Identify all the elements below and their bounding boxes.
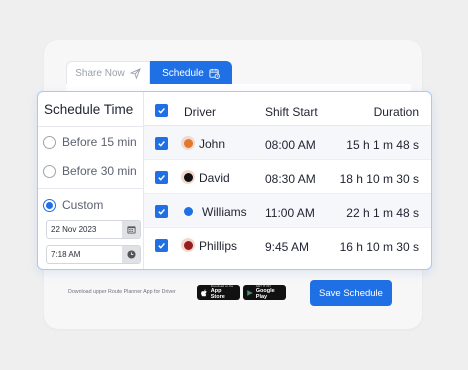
select-all-checkbox[interactable] <box>155 104 168 117</box>
radio-before-15[interactable]: Before 15 min <box>43 135 137 149</box>
radio-icon <box>43 135 56 149</box>
time-input[interactable]: 7:18 AM <box>46 245 141 264</box>
calendar-button[interactable] <box>122 221 140 238</box>
driver-color-marker <box>181 238 195 252</box>
check-icon <box>158 108 165 114</box>
apple-icon <box>201 288 207 296</box>
duration: 16 h 10 m 30 s <box>339 240 419 254</box>
schedule-time-section: Schedule Time Before 15 min Before 30 mi… <box>38 92 144 269</box>
row-checkbox[interactable] <box>155 171 168 184</box>
driver-name: David <box>199 171 230 185</box>
driver-name: Phillips <box>199 239 238 253</box>
shift-start: 08:00 AM <box>265 138 316 152</box>
radio-label: Custom <box>62 198 104 212</box>
driver-color-marker <box>181 204 195 218</box>
radio-before-30[interactable]: Before 30 min <box>43 164 137 178</box>
google-play-badge[interactable]: GET IT ON Google Play <box>243 285 286 300</box>
radio-label: Before 30 min <box>62 164 137 178</box>
download-app-text: Download upper Route Planner App for Dri… <box>68 289 176 295</box>
clock-icon <box>126 250 136 259</box>
driver-color-dot <box>183 172 193 182</box>
check-icon <box>158 141 165 147</box>
duration: 22 h 1 m 48 s <box>346 206 419 220</box>
divider <box>38 188 144 189</box>
date-input[interactable]: 22 Nov 2023 <box>46 220 141 239</box>
table-row[interactable]: John 08:00 AM 15 h 1 m 48 s <box>144 126 431 160</box>
driver-color-marker <box>181 136 195 150</box>
duration: 18 h 10 m 30 s <box>339 172 419 186</box>
tab-share-now-label: Share Now <box>75 68 125 79</box>
driver-name: Williams <box>202 205 247 219</box>
driver-name: John <box>199 137 226 151</box>
check-icon <box>158 243 165 249</box>
date-value: 22 Nov 2023 <box>51 225 97 234</box>
divider <box>38 126 144 127</box>
send-icon <box>129 68 141 79</box>
row-checkbox[interactable] <box>155 239 168 252</box>
row-checkbox[interactable] <box>155 137 168 150</box>
save-schedule-button[interactable]: Save Schedule <box>310 280 392 306</box>
tab-schedule-label: Schedule <box>162 67 204 79</box>
share-tabs: Share Now Schedule <box>66 61 232 85</box>
clock-button[interactable] <box>122 246 140 263</box>
driver-table-header: Driver Shift Start Duration <box>144 92 431 126</box>
column-duration: Duration <box>373 105 419 119</box>
radio-icon <box>43 164 56 178</box>
app-store-badge[interactable]: Download on the App Store <box>197 285 240 300</box>
driver-color-marker <box>181 170 195 184</box>
calendar-icon <box>126 226 136 234</box>
check-icon <box>158 175 165 181</box>
time-value: 7:18 AM <box>51 250 81 259</box>
table-row[interactable]: Phillips 9:45 AM 16 h 10 m 30 s <box>144 228 431 262</box>
radio-custom[interactable]: Custom <box>43 198 103 212</box>
driver-color-dot <box>183 206 193 216</box>
check-icon <box>158 209 165 215</box>
column-driver: Driver <box>184 105 216 119</box>
table-row[interactable]: Williams 11:00 AM 22 h 1 m 48 s <box>144 194 431 228</box>
schedule-time-title: Schedule Time <box>44 102 134 117</box>
radio-selected-icon <box>43 198 56 212</box>
schedule-panel: Schedule Time Before 15 min Before 30 mi… <box>37 91 432 270</box>
google-play-label: Google Play <box>255 288 275 300</box>
driver-color-dot <box>183 138 193 148</box>
calendar-clock-icon <box>209 68 220 79</box>
column-shift-start: Shift Start <box>265 105 318 119</box>
app-store-label: App Store <box>210 288 225 300</box>
shift-start: 11:00 AM <box>265 206 315 220</box>
table-row[interactable]: David 08:30 AM 18 h 10 m 30 s <box>144 160 431 194</box>
google-play-icon <box>247 289 253 296</box>
tab-share-now[interactable]: Share Now <box>66 61 150 85</box>
tab-schedule[interactable]: Schedule <box>150 61 232 85</box>
driver-color-dot <box>183 240 193 250</box>
shift-start: 9:45 AM <box>265 240 310 254</box>
radio-label: Before 15 min <box>62 135 137 149</box>
row-checkbox[interactable] <box>155 205 168 218</box>
duration: 15 h 1 m 48 s <box>346 138 419 152</box>
shift-start: 08:30 AM <box>265 172 316 186</box>
